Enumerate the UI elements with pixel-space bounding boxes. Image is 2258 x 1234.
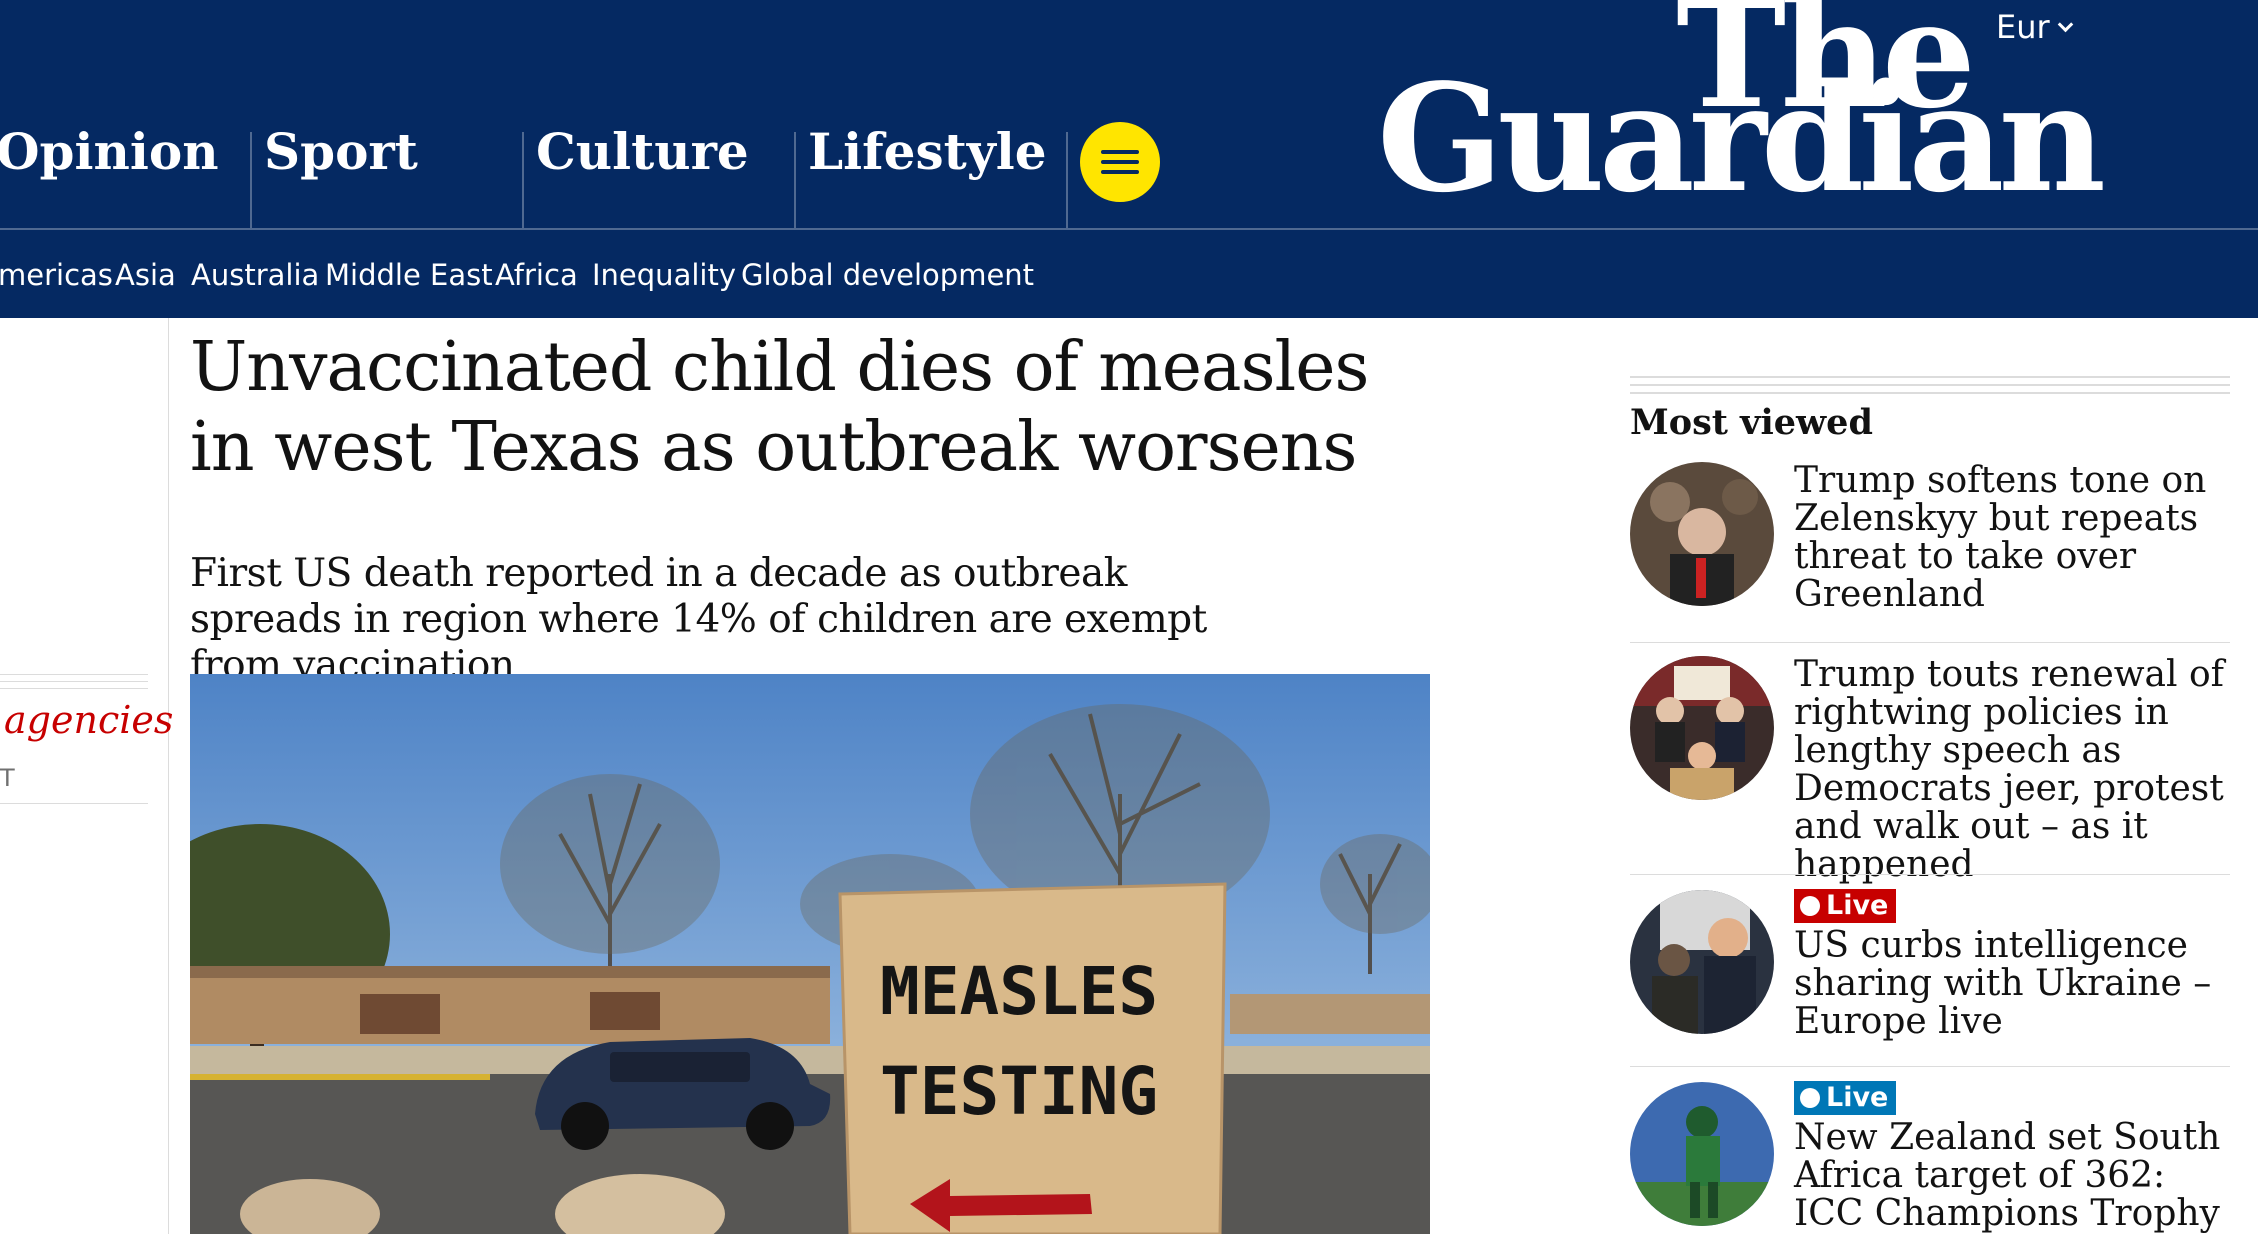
most-viewed-headline[interactable]: Trump softens tone on Zelenskyy but repe… xyxy=(1794,462,2230,614)
menu-icon-bar xyxy=(1101,160,1139,164)
rule xyxy=(1630,392,2230,394)
most-viewed-headline[interactable]: Trump touts renewal of rightwing policie… xyxy=(1794,656,2230,884)
dateline: T xyxy=(0,764,15,792)
most-viewed-headline[interactable]: New Zealand set South Africa target of 3… xyxy=(1794,1119,2230,1234)
rule xyxy=(1630,376,2230,378)
subnav-australia[interactable]: Australia xyxy=(191,258,319,292)
sign-line-2: TESTING xyxy=(880,1053,1158,1130)
subnav-inequality[interactable]: Inequality xyxy=(592,258,736,292)
sign-line-1: MEASLES xyxy=(880,953,1158,1030)
subnav-global-development[interactable]: Global development xyxy=(741,258,1034,292)
most-viewed-separator xyxy=(1630,642,2230,643)
pillar-sport[interactable]: Sport xyxy=(250,127,418,228)
most-viewed-thumbnail[interactable] xyxy=(1630,1082,1774,1226)
meta-rules xyxy=(0,674,148,695)
live-dot-icon xyxy=(1800,1088,1820,1108)
most-viewed-separator xyxy=(1630,1066,2230,1067)
masthead-divider xyxy=(0,228,2258,230)
most-viewed-thumbnail[interactable] xyxy=(1630,462,1774,606)
meta-bottom-rule xyxy=(0,803,148,804)
rule xyxy=(0,674,148,675)
subnav-middle-east[interactable]: Middle East xyxy=(325,258,493,292)
thumbnail-illustration xyxy=(1630,462,1774,606)
guardian-logo[interactable]: The Guardian xyxy=(1377,0,2106,220)
most-viewed-headline[interactable]: US curbs intelligence sharing with Ukrai… xyxy=(1794,927,2230,1041)
live-dot-icon xyxy=(1800,896,1820,916)
column-divider xyxy=(168,318,169,1234)
rule xyxy=(0,688,148,689)
live-badge: Live xyxy=(1794,1081,1897,1115)
most-viewed-thumbnail[interactable] xyxy=(1630,890,1774,1034)
most-viewed-item[interactable]: Live US curbs intelligence sharing with … xyxy=(1630,884,2230,1041)
article-headline: Unvaccinated child dies of measles in we… xyxy=(190,328,1369,487)
hero-image-illustration: MEASLES TESTING xyxy=(190,674,1430,1234)
most-viewed-rules xyxy=(1630,376,2230,400)
subnav-asia[interactable]: Asia xyxy=(115,258,176,292)
subnav-africa[interactable]: Africa xyxy=(495,258,578,292)
most-viewed-item[interactable]: Trump touts renewal of rightwing policie… xyxy=(1630,656,2230,884)
live-label: Live xyxy=(1826,1082,1889,1113)
most-viewed-thumbnail[interactable] xyxy=(1630,656,1774,800)
most-viewed-separator xyxy=(1630,874,2230,875)
most-viewed-item[interactable]: Live New Zealand set South Africa target… xyxy=(1630,1076,2230,1234)
thumbnail-illustration xyxy=(1630,890,1774,1034)
pillar-divider xyxy=(1066,132,1068,228)
masthead: Eur The Guardian Opinion Sport Culture L… xyxy=(0,0,2258,318)
most-viewed-item[interactable]: Trump softens tone on Zelenskyy but repe… xyxy=(1630,462,2230,622)
live-label: Live xyxy=(1826,890,1889,921)
logo-line-guardian: Guardian xyxy=(1376,51,2106,225)
thumbnail-illustration xyxy=(1630,656,1774,800)
pillar-culture[interactable]: Culture xyxy=(522,127,749,228)
pillar-opinion[interactable]: Opinion xyxy=(0,127,219,228)
menu-icon-bar xyxy=(1101,170,1139,174)
live-badge: Live xyxy=(1794,889,1897,923)
most-viewed-headline-block[interactable]: Live New Zealand set South Africa target… xyxy=(1794,1076,2230,1234)
menu-button[interactable] xyxy=(1080,122,1160,202)
rule xyxy=(1630,384,2230,386)
rule xyxy=(0,681,148,682)
hero-image: MEASLES TESTING xyxy=(190,674,1430,1234)
byline-link[interactable]: agencies xyxy=(4,698,173,742)
most-viewed-headline-block[interactable]: Live US curbs intelligence sharing with … xyxy=(1794,884,2230,1041)
article-standfirst: First US death reported in a decade as o… xyxy=(190,551,1207,688)
thumbnail-illustration xyxy=(1630,1082,1774,1226)
pillar-lifestyle[interactable]: Lifestyle xyxy=(794,127,1047,228)
subnav-americas[interactable]: mericas xyxy=(0,258,113,292)
most-viewed-title: Most viewed xyxy=(1630,402,1873,443)
menu-icon xyxy=(1101,150,1139,154)
